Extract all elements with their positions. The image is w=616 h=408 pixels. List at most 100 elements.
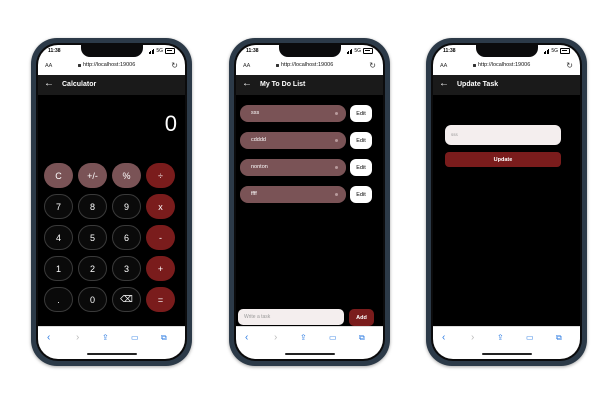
bookmarks-icon[interactable]: ▭ (329, 333, 337, 342)
status-indicators: 5G (346, 48, 373, 54)
browser-forward-icon[interactable]: › (274, 332, 277, 343)
task-item[interactable]: ffff (240, 186, 346, 203)
app-header: ← Update Task (433, 75, 580, 95)
app-header: ← Calculator (38, 75, 185, 95)
reader-aa-button[interactable]: AA (243, 63, 250, 69)
key-subtract[interactable]: - (146, 225, 175, 250)
phone-update-task: 11:38 5G AA http://localhost:19006 ↻ ← U… (426, 38, 587, 366)
edit-button[interactable]: Edit (350, 159, 372, 176)
share-icon[interactable]: ⇪ (102, 333, 109, 342)
browser-forward-icon[interactable]: › (471, 332, 474, 343)
edit-button[interactable]: Edit (350, 105, 372, 122)
browser-back-icon[interactable]: ‹ (442, 332, 445, 343)
update-task-input-value: sss (451, 132, 458, 137)
edit-button[interactable]: Edit (350, 186, 372, 203)
key-9[interactable]: 9 (112, 194, 141, 219)
key-backspace[interactable]: ⌫ (112, 287, 141, 312)
signal-icon (543, 49, 550, 54)
calculator-display: 0 (164, 111, 177, 136)
signal-icon (148, 49, 155, 54)
bookmarks-icon[interactable]: ▭ (526, 333, 534, 342)
notch (278, 45, 341, 57)
status-time: 11:38 (48, 48, 61, 54)
back-arrow-icon[interactable]: ← (439, 78, 449, 89)
signal-icon (346, 49, 353, 54)
browser-url-bar[interactable]: AA http://localhost:19006 ↻ (433, 59, 580, 75)
key-equals[interactable]: = (146, 287, 175, 312)
key-0[interactable]: 0 (78, 287, 107, 312)
url-field[interactable]: http://localhost:19006 (78, 62, 135, 68)
task-item[interactable]: sss (240, 105, 346, 122)
browser-url-bar[interactable]: AA http://localhost:19006 ↻ (38, 59, 185, 75)
battery-icon (560, 48, 570, 54)
battery-icon (363, 48, 373, 54)
home-indicator (284, 353, 335, 355)
task-item[interactable]: cdddd (240, 132, 346, 149)
key-8[interactable]: 8 (78, 194, 107, 219)
browser-toolbar: ‹ › ⇪ ▭ ⧉ (236, 326, 383, 359)
task-item[interactable]: nonton (240, 159, 346, 176)
status-bar: 11:38 5G (38, 45, 185, 59)
phone-bezel: 11:38 5G AA http://localhost:19006 ↻ ← U… (431, 43, 582, 361)
status-bar: 11:38 5G (236, 45, 383, 59)
task-text: sss (251, 110, 260, 116)
task-input-placeholder: Write a task (244, 314, 271, 320)
network-label: 5G (156, 48, 163, 54)
page-title: Calculator (62, 81, 97, 88)
task-dot-icon (335, 166, 338, 169)
update-task-input[interactable]: sss (445, 125, 561, 145)
url-field[interactable]: http://localhost:19006 (473, 62, 530, 68)
url-text: http://localhost:19006 (83, 62, 136, 68)
key-decimal[interactable]: . (44, 287, 73, 312)
bookmarks-icon[interactable]: ▭ (131, 333, 139, 342)
key-3[interactable]: 3 (112, 256, 141, 281)
notch (475, 45, 538, 57)
browser-back-icon[interactable]: ‹ (245, 332, 248, 343)
update-button[interactable]: Update (445, 152, 561, 167)
task-input[interactable]: Write a task (238, 309, 344, 325)
page-title: Update Task (457, 81, 499, 88)
reader-aa-button[interactable]: AA (45, 63, 52, 69)
tabs-icon[interactable]: ⧉ (359, 333, 365, 343)
key-clear[interactable]: C (44, 163, 73, 188)
home-indicator (86, 353, 137, 355)
key-6[interactable]: 6 (112, 225, 141, 250)
browser-url-bar[interactable]: AA http://localhost:19006 ↻ (236, 59, 383, 75)
key-7[interactable]: 7 (44, 194, 73, 219)
back-arrow-icon[interactable]: ← (242, 78, 252, 89)
key-1[interactable]: 1 (44, 256, 73, 281)
share-icon[interactable]: ⇪ (497, 333, 504, 342)
key-add[interactable]: + (146, 256, 175, 281)
key-4[interactable]: 4 (44, 225, 73, 250)
browser-forward-icon[interactable]: › (76, 332, 79, 343)
key-5[interactable]: 5 (78, 225, 107, 250)
task-text: ffff (251, 191, 257, 197)
reader-aa-button[interactable]: AA (440, 63, 447, 69)
url-text: http://localhost:19006 (281, 62, 334, 68)
app-header: ← My To Do List (236, 75, 383, 95)
home-indicator (481, 353, 532, 355)
browser-back-icon[interactable]: ‹ (47, 332, 50, 343)
key-multiply[interactable]: x (146, 194, 175, 219)
status-time: 11:38 (443, 48, 456, 54)
key-plus-minus[interactable]: +/- (78, 163, 107, 188)
add-button[interactable]: Add (349, 309, 374, 326)
tabs-icon[interactable]: ⧉ (556, 333, 562, 343)
browser-toolbar: ‹ › ⇪ ▭ ⧉ (38, 326, 185, 359)
screen: 11:38 5G AA http://localhost:19006 ↻ ← C… (38, 45, 185, 359)
browser-toolbar: ‹ › ⇪ ▭ ⧉ (433, 326, 580, 359)
key-2[interactable]: 2 (78, 256, 107, 281)
reload-icon[interactable]: ↻ (171, 61, 178, 70)
status-indicators: 5G (543, 48, 570, 54)
reload-icon[interactable]: ↻ (369, 61, 376, 70)
url-field[interactable]: http://localhost:19006 (276, 62, 333, 68)
edit-button[interactable]: Edit (350, 132, 372, 149)
key-divide[interactable]: ÷ (146, 163, 175, 188)
task-dot-icon (335, 139, 338, 142)
back-arrow-icon[interactable]: ← (44, 78, 54, 89)
reload-icon[interactable]: ↻ (566, 61, 573, 70)
tabs-icon[interactable]: ⧉ (161, 333, 167, 343)
key-percent[interactable]: % (112, 163, 141, 188)
network-label: 5G (551, 48, 558, 54)
share-icon[interactable]: ⇪ (300, 333, 307, 342)
